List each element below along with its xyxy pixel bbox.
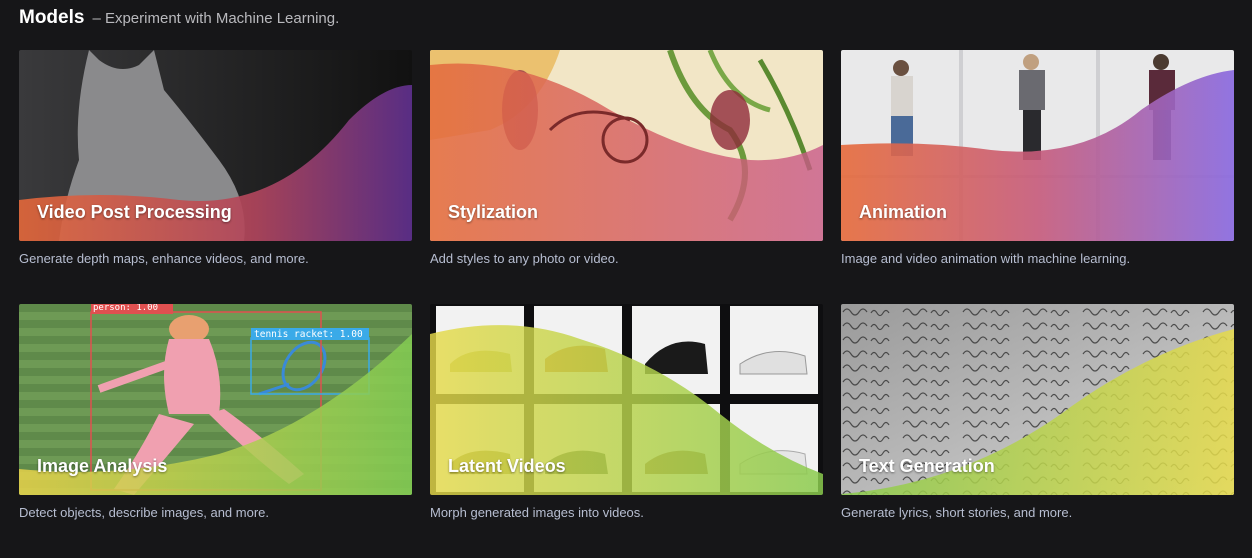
models-grid: Video Post Processing Generate depth map… bbox=[19, 50, 1234, 558]
card-description: Detect objects, describe images, and mor… bbox=[19, 505, 270, 520]
card-thumbnail[interactable]: Stylization bbox=[430, 50, 823, 241]
card-description: Generate lyrics, short stories, and more… bbox=[841, 505, 1073, 520]
model-card-animation[interactable]: Animation Image and video animation with… bbox=[841, 50, 1234, 304]
model-card-text-generation[interactable]: Text Generation Generate lyrics, short s… bbox=[841, 304, 1234, 558]
card-title: Latent Videos bbox=[448, 456, 566, 476]
card-description: Generate depth maps, enhance videos, and… bbox=[19, 251, 309, 266]
model-card-video-post-processing[interactable]: Video Post Processing Generate depth map… bbox=[19, 50, 412, 304]
model-card-stylization[interactable]: Stylization Add styles to any photo or v… bbox=[430, 50, 823, 304]
card-thumbnail[interactable]: Video Post Processing bbox=[19, 50, 412, 241]
section-header: Models – Experiment with Machine Learnin… bbox=[19, 7, 339, 29]
card-title: Animation bbox=[859, 202, 947, 222]
card-description: Add styles to any photo or video. bbox=[430, 251, 619, 266]
detection-label-tennis-racket: tennis racket: 1.00 bbox=[254, 329, 363, 340]
card-title: Stylization bbox=[448, 202, 539, 222]
card-description: Morph generated images into videos. bbox=[430, 505, 644, 520]
detection-label-person: person: 1.00 bbox=[93, 304, 159, 313]
model-card-latent-videos[interactable]: Latent Videos Morph generated images int… bbox=[430, 304, 823, 558]
section-subtitle: – Experiment with Machine Learning. bbox=[92, 10, 340, 27]
card-thumbnail[interactable]: Text Generation bbox=[841, 304, 1234, 495]
section-title: Models bbox=[19, 7, 85, 28]
card-description: Image and video animation with machine l… bbox=[841, 251, 1131, 266]
card-thumbnail[interactable]: Latent Videos bbox=[430, 304, 823, 495]
card-thumbnail[interactable]: person: 1.00 tennis racket: 1.00 Image A… bbox=[19, 304, 412, 495]
card-thumbnail[interactable]: Animation bbox=[841, 50, 1234, 241]
card-title: Video Post Processing bbox=[37, 202, 232, 222]
card-title: Text Generation bbox=[859, 456, 995, 476]
model-card-image-analysis[interactable]: person: 1.00 tennis racket: 1.00 Image A… bbox=[19, 304, 412, 558]
card-title: Image Analysis bbox=[37, 456, 168, 476]
